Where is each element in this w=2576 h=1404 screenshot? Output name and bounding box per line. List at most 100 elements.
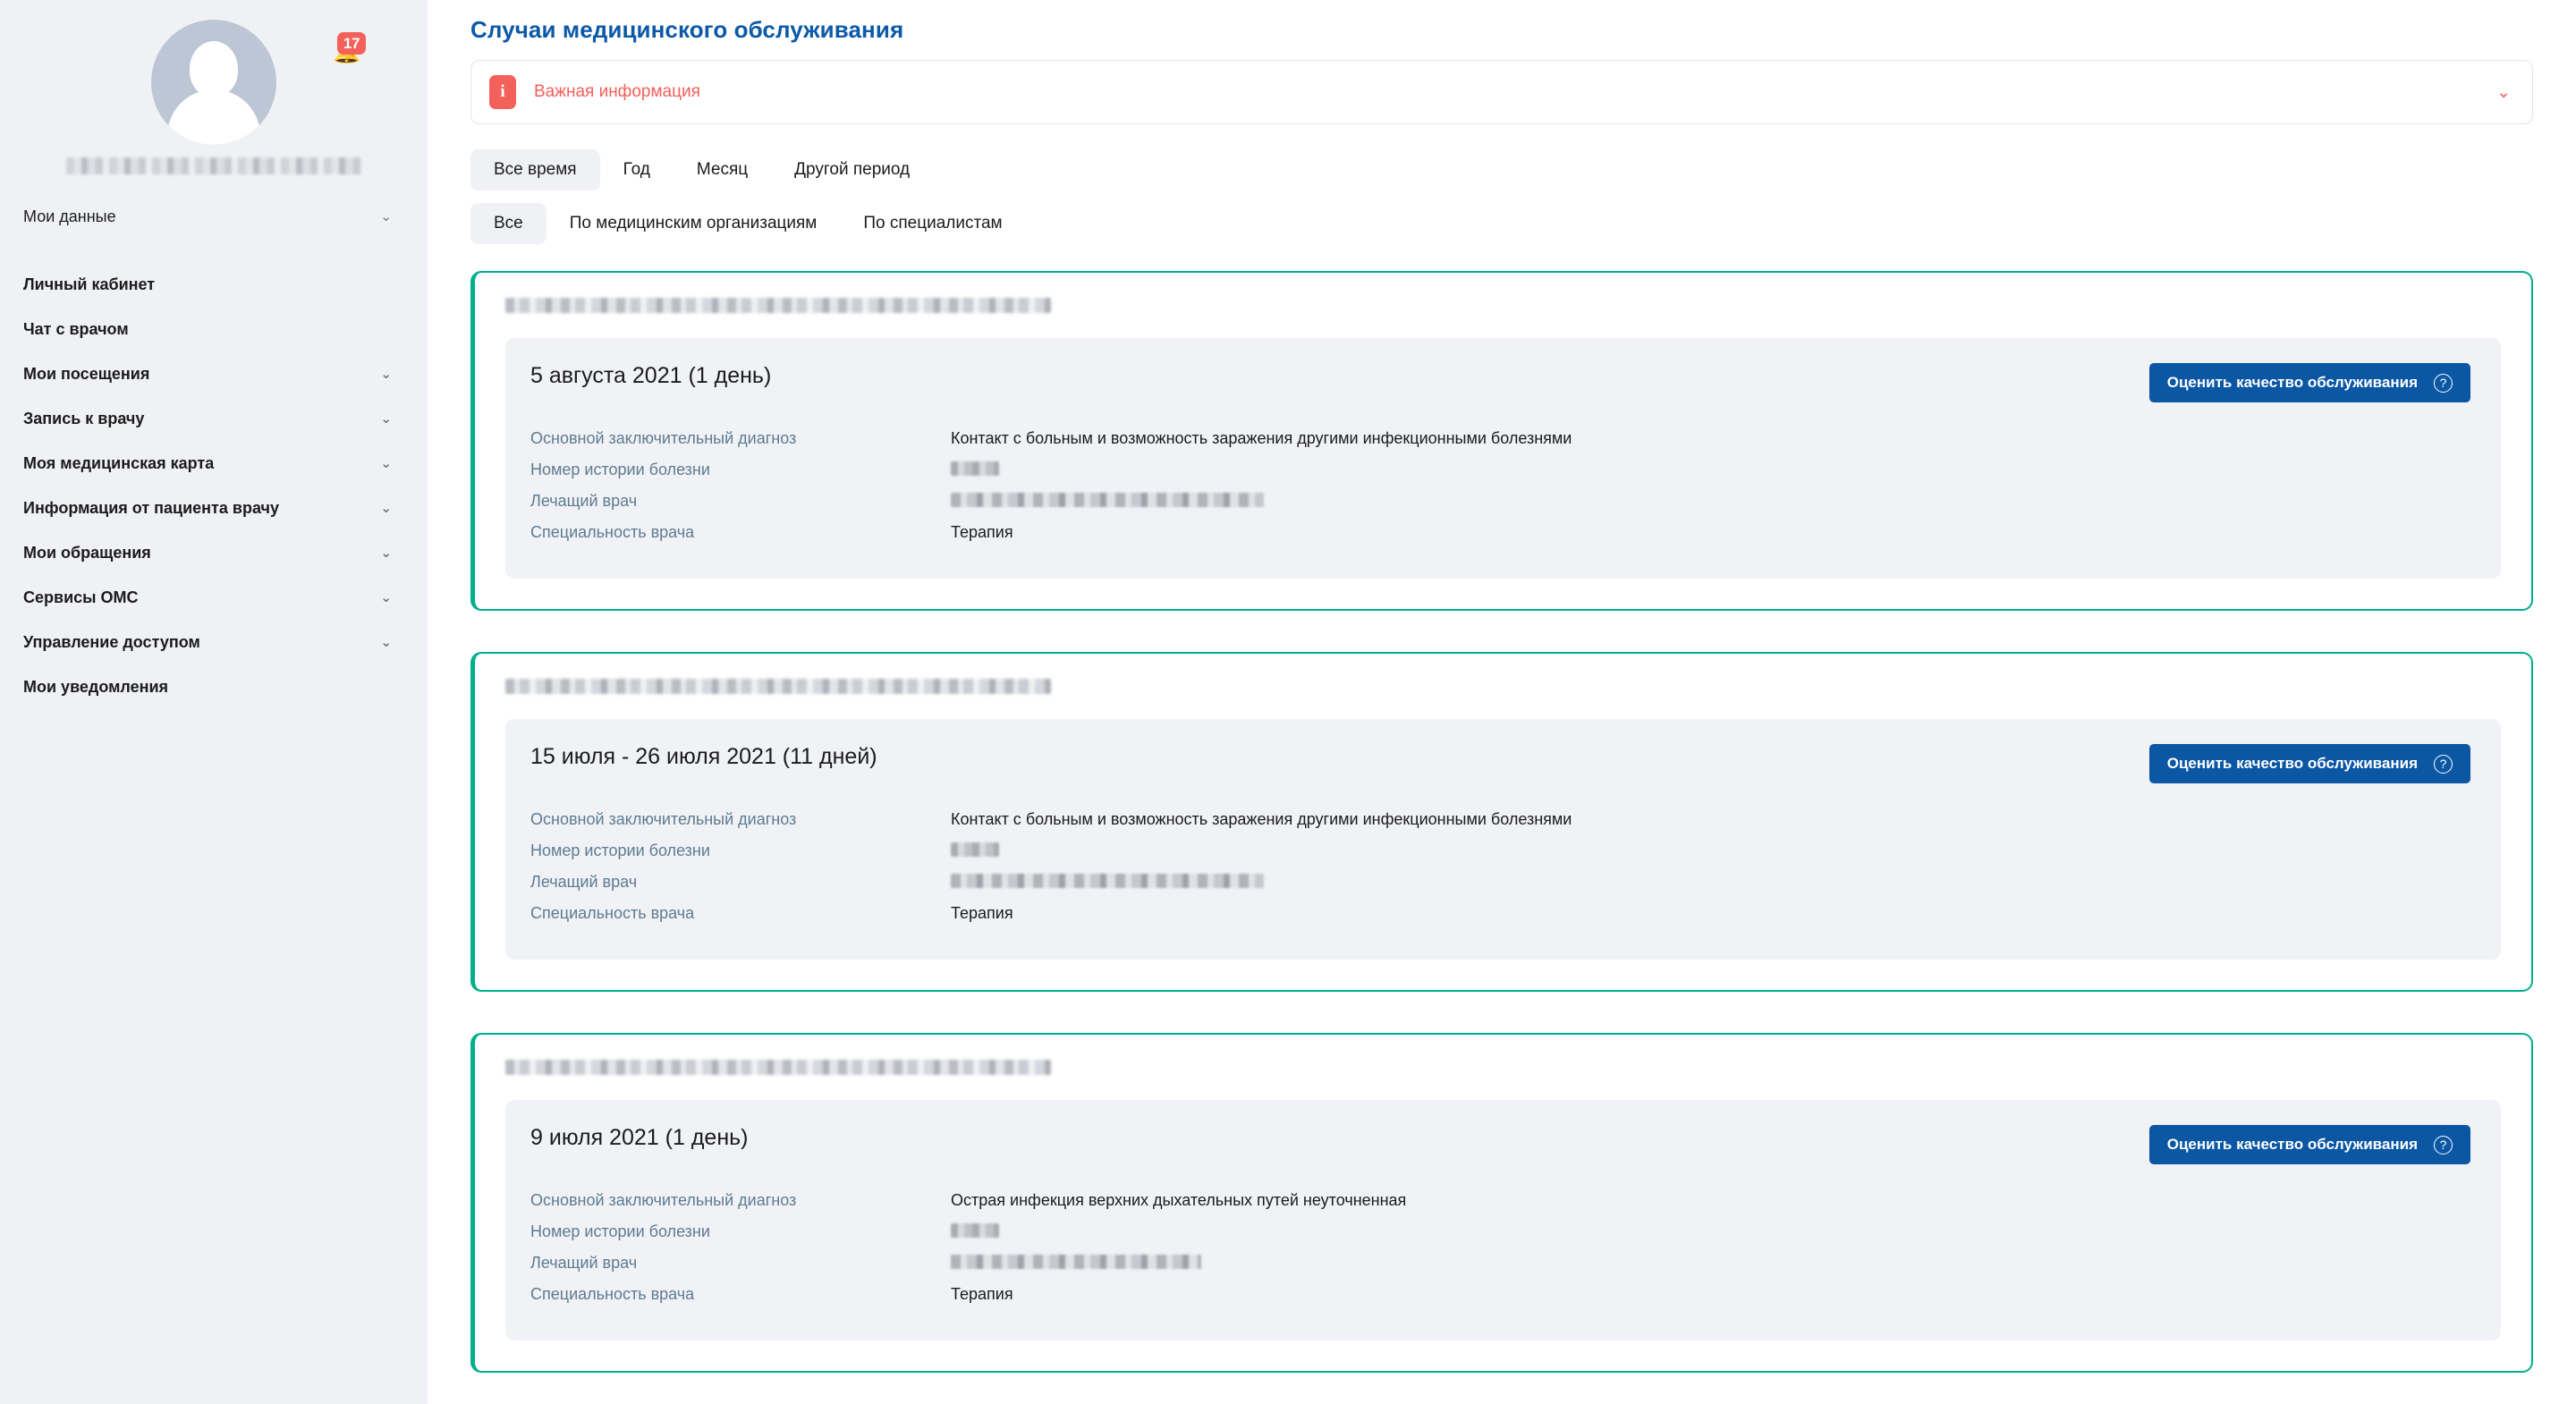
- specialty-label: Специальность врача: [530, 1285, 695, 1303]
- chevron-down-icon[interactable]: ⌄: [380, 368, 392, 381]
- detail-row: Специальность врача Терапия: [530, 523, 2470, 543]
- case-card[interactable]: 5 августа 2021 (1 день) Оценить качество …: [470, 271, 2533, 611]
- case-card[interactable]: 15 июля - 26 июля 2021 (11 дней) Оценить …: [470, 652, 2533, 992]
- sidebar-item-6[interactable]: Информация от пациента врачу ⌄: [0, 486, 428, 530]
- organization-name-redacted: [505, 1060, 1051, 1075]
- info-icon: i: [489, 75, 516, 109]
- case-number-label: Номер истории болезни: [530, 842, 710, 859]
- sidebar-item-label: Мои уведомления: [23, 677, 169, 696]
- nav-divider-space: [0, 239, 428, 262]
- diagnosis-value: Контакт с больным и возможность заражени…: [951, 429, 1572, 447]
- tab-group_tabs-0[interactable]: Все: [470, 203, 547, 244]
- rate-service-label: Оценить качество обслуживания: [2166, 374, 2418, 391]
- sidebar-item-3[interactable]: Мои посещения ⌄: [0, 351, 428, 396]
- specialty-label: Специальность врача: [530, 904, 695, 922]
- chevron-down-icon[interactable]: ⌄: [2496, 84, 2511, 101]
- app-root: 🔔 17 Мои данные ⌄ Личный кабинет Чат с врач…: [0, 0, 2576, 1404]
- rate-service-label: Оценить качество обслуживания: [2166, 1136, 2418, 1153]
- sidebar-item-9[interactable]: Управление доступом ⌄: [0, 620, 428, 664]
- chevron-down-icon[interactable]: ⌄: [380, 636, 392, 649]
- case-number-label: Номер истории болезни: [530, 1222, 710, 1240]
- sidebar-item-label: Управление доступом: [23, 632, 200, 651]
- important-info-alert[interactable]: i Важная информация ⌄: [470, 60, 2533, 124]
- sidebar-item-2[interactable]: Чат с врачом: [0, 307, 428, 351]
- page-title: Случаи медицинского обслуживания: [470, 16, 904, 43]
- sidebar-item-1[interactable]: Личный кабинет: [0, 262, 428, 307]
- case-date: 9 июля 2021 (1 день): [530, 1125, 749, 1150]
- case-header: 9 июля 2021 (1 день) Оценить качество обс…: [530, 1125, 2470, 1164]
- question-mark-icon[interactable]: ?: [2434, 754, 2453, 774]
- chevron-down-icon[interactable]: ⌄: [380, 502, 392, 515]
- specialty-value: Терапия: [951, 904, 1013, 922]
- sidebar-item-0[interactable]: Мои данные ⌄: [0, 194, 428, 239]
- case-details-panel: 15 июля - 26 июля 2021 (11 дней) Оценить …: [505, 719, 2501, 960]
- detail-row: Номер истории болезни: [530, 842, 2470, 861]
- sidebar-item-4[interactable]: Запись к врачу ⌄: [0, 396, 428, 441]
- case-number-value: [951, 461, 999, 479]
- sidebar-item-label: Запись к врачу: [23, 409, 145, 427]
- avatar-head-shape: [190, 41, 238, 97]
- tab-period_tabs-2[interactable]: Месяц: [674, 149, 771, 190]
- user-name-redacted: [66, 157, 361, 174]
- sidebar: 🔔 17 Мои данные ⌄ Личный кабинет Чат с врач…: [0, 0, 428, 1404]
- organization-name-redacted: [505, 679, 1051, 694]
- sidebar-item-label: Информация от пациента врачу: [23, 498, 279, 517]
- sidebar-nav: Мои данные ⌄ Личный кабинет Чат с врачом Мои…: [0, 194, 428, 709]
- question-mark-icon[interactable]: ?: [2434, 1135, 2453, 1154]
- tab-group_tabs-2[interactable]: По специалистам: [840, 203, 1025, 244]
- chevron-down-icon[interactable]: ⌄: [380, 457, 392, 470]
- case-number-redacted: [951, 461, 999, 476]
- rate-service-button[interactable]: Оценить качество обслуживания?: [2148, 363, 2470, 402]
- chevron-down-icon[interactable]: ⌄: [380, 210, 392, 224]
- tab-period_tabs-0[interactable]: Все время: [470, 149, 600, 190]
- rate-service-button[interactable]: Оценить качество обслуживания?: [2148, 1125, 2470, 1164]
- sidebar-item-5[interactable]: Моя медицинская карта ⌄: [0, 441, 428, 486]
- chevron-down-icon[interactable]: ⌄: [380, 546, 392, 560]
- case-number-value: [951, 842, 999, 860]
- doctor-value: [951, 873, 1264, 892]
- avatar: [151, 20, 276, 145]
- chevron-down-icon[interactable]: ⌄: [380, 412, 392, 426]
- chevron-down-icon[interactable]: ⌄: [380, 591, 392, 605]
- detail-row: Основной заключительный диагноз Контакт с…: [530, 810, 2470, 830]
- diagnosis-value: Контакт с больным и возможность заражени…: [951, 810, 1572, 828]
- notifications-button[interactable]: 🔔 17: [327, 32, 369, 73]
- diagnosis-label: Основной заключительный диагноз: [530, 429, 797, 447]
- specialty-label: Специальность врача: [530, 523, 695, 541]
- detail-row: Специальность врача Терапия: [530, 1285, 2470, 1305]
- sidebar-item-label: Моя медицинская карта: [23, 453, 215, 472]
- alert-text: Важная информация: [534, 82, 700, 101]
- sidebar-item-label: Мои данные: [23, 207, 116, 225]
- sidebar-item-label: Сервисы ОМС: [23, 588, 139, 606]
- case-date: 5 августа 2021 (1 день): [530, 363, 772, 388]
- sidebar-item-7[interactable]: Мои обращения ⌄: [0, 530, 428, 575]
- sidebar-item-label: Личный кабинет: [23, 275, 156, 293]
- question-mark-icon[interactable]: ?: [2434, 373, 2453, 393]
- detail-row: Специальность врача Терапия: [530, 904, 2470, 924]
- diagnosis-label: Основной заключительный диагноз: [530, 810, 797, 828]
- case-card[interactable]: 9 июля 2021 (1 день) Оценить качество обс…: [470, 1033, 2533, 1373]
- detail-row: Номер истории болезни: [530, 461, 2470, 480]
- doctor-label: Лечащий врач: [530, 873, 638, 891]
- case-list: 5 августа 2021 (1 день) Оценить качество …: [470, 271, 2533, 1373]
- doctor-value: [951, 492, 1264, 511]
- specialty-value: Терапия: [951, 523, 1013, 541]
- rate-service-button[interactable]: Оценить качество обслуживания?: [2148, 744, 2470, 783]
- doctor-name-redacted: [951, 493, 1264, 507]
- sidebar-item-8[interactable]: Сервисы ОМС ⌄: [0, 575, 428, 620]
- tab-period_tabs-3[interactable]: Другой период: [771, 149, 933, 190]
- specialty-value: Терапия: [951, 1285, 1013, 1303]
- case-date: 15 июля - 26 июля 2021 (11 дней): [530, 744, 877, 769]
- tab-period_tabs-1[interactable]: Год: [600, 149, 674, 190]
- sidebar-item-label: Мои обращения: [23, 543, 151, 562]
- detail-row: Лечащий врач: [530, 873, 2470, 892]
- tab-group_tabs-1[interactable]: По медицинским организациям: [547, 203, 841, 244]
- case-header: 5 августа 2021 (1 день) Оценить качество …: [530, 363, 2470, 402]
- case-number-redacted: [951, 1223, 999, 1238]
- case-number-value: [951, 1222, 999, 1241]
- case-header: 15 июля - 26 июля 2021 (11 дней) Оценить …: [530, 744, 2470, 783]
- sidebar-item-10[interactable]: Мои уведомления: [0, 664, 428, 709]
- avatar-body-shape: [167, 89, 260, 145]
- diagnosis-value: Острая инфекция верхних дыхательных путе…: [951, 1191, 1407, 1209]
- detail-row: Лечащий врач: [530, 492, 2470, 512]
